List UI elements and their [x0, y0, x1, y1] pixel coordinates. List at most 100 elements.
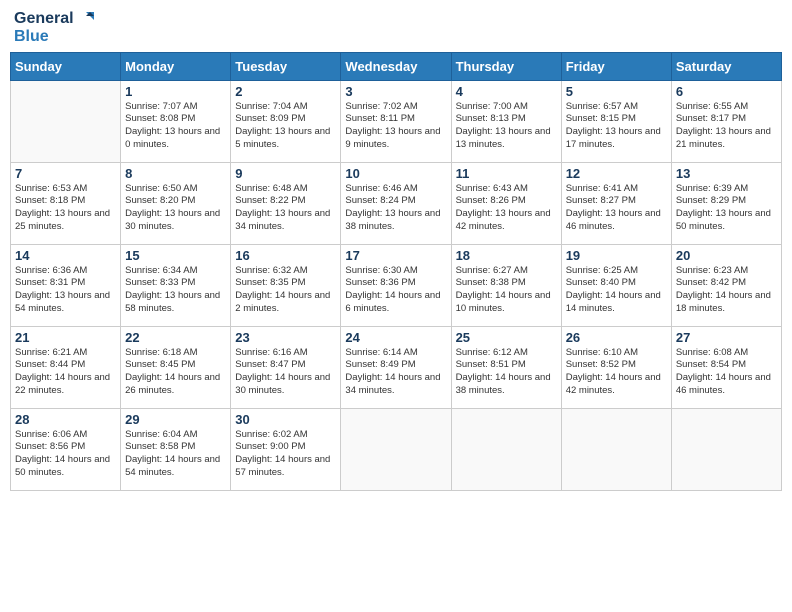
- day-info: Sunrise: 6:55 AMSunset: 8:17 PMDaylight:…: [676, 101, 777, 152]
- day-number: 23: [235, 330, 336, 345]
- page-header: General Blue: [10, 10, 782, 46]
- logo-general: General: [14, 10, 74, 28]
- day-number: 16: [235, 248, 336, 263]
- day-number: 25: [456, 330, 557, 345]
- weekday-header: Wednesday: [341, 52, 451, 80]
- calendar-day-cell: 25 Sunrise: 6:12 AMSunset: 8:51 PMDayligh…: [451, 326, 561, 408]
- day-number: 24: [345, 330, 446, 345]
- calendar-day-cell: 4 Sunrise: 7:00 AMSunset: 8:13 PMDaylight…: [451, 80, 561, 162]
- calendar-table: SundayMondayTuesdayWednesdayThursdayFrid…: [10, 52, 782, 491]
- calendar-day-cell: [561, 408, 671, 490]
- day-number: 8: [125, 166, 226, 181]
- calendar-day-cell: 26 Sunrise: 6:10 AMSunset: 8:52 PMDayligh…: [561, 326, 671, 408]
- day-info: Sunrise: 6:02 AMSunset: 9:00 PMDaylight:…: [235, 429, 336, 480]
- day-number: 6: [676, 84, 777, 99]
- calendar-day-cell: 23 Sunrise: 6:16 AMSunset: 8:47 PMDayligh…: [231, 326, 341, 408]
- calendar-day-cell: 11 Sunrise: 6:43 AMSunset: 8:26 PMDayligh…: [451, 162, 561, 244]
- day-number: 18: [456, 248, 557, 263]
- day-number: 3: [345, 84, 446, 99]
- day-info: Sunrise: 6:46 AMSunset: 8:24 PMDaylight:…: [345, 183, 446, 234]
- day-info: Sunrise: 7:00 AMSunset: 8:13 PMDaylight:…: [456, 101, 557, 152]
- calendar-day-cell: 9 Sunrise: 6:48 AMSunset: 8:22 PMDaylight…: [231, 162, 341, 244]
- logo-bird-icon: [76, 10, 94, 28]
- day-number: 10: [345, 166, 446, 181]
- calendar-day-cell: 2 Sunrise: 7:04 AMSunset: 8:09 PMDaylight…: [231, 80, 341, 162]
- day-info: Sunrise: 6:53 AMSunset: 8:18 PMDaylight:…: [15, 183, 116, 234]
- calendar-day-cell: 18 Sunrise: 6:27 AMSunset: 8:38 PMDayligh…: [451, 244, 561, 326]
- logo-svg: General Blue: [14, 10, 94, 46]
- logo: General Blue: [14, 10, 94, 46]
- calendar-week-row: 7 Sunrise: 6:53 AMSunset: 8:18 PMDaylight…: [11, 162, 782, 244]
- day-info: Sunrise: 6:30 AMSunset: 8:36 PMDaylight:…: [345, 265, 446, 316]
- day-info: Sunrise: 6:14 AMSunset: 8:49 PMDaylight:…: [345, 347, 446, 398]
- weekday-header: Thursday: [451, 52, 561, 80]
- day-info: Sunrise: 6:16 AMSunset: 8:47 PMDaylight:…: [235, 347, 336, 398]
- day-info: Sunrise: 7:04 AMSunset: 8:09 PMDaylight:…: [235, 101, 336, 152]
- calendar-day-cell: 15Sunrise: 6:34 AMSunset: 8:33 PMDayligh…: [121, 244, 231, 326]
- calendar-day-cell: 6 Sunrise: 6:55 AMSunset: 8:17 PMDaylight…: [671, 80, 781, 162]
- day-info: Sunrise: 6:04 AMSunset: 8:58 PMDaylight:…: [125, 429, 226, 480]
- day-number: 7: [15, 166, 116, 181]
- calendar-day-cell: 24 Sunrise: 6:14 AMSunset: 8:49 PMDayligh…: [341, 326, 451, 408]
- day-info: Sunrise: 6:41 AMSunset: 8:27 PMDaylight:…: [566, 183, 667, 234]
- day-info: Sunrise: 6:36 AMSunset: 8:31 PMDaylight:…: [15, 265, 116, 316]
- day-number: 5: [566, 84, 667, 99]
- day-info: Sunrise: 7:02 AMSunset: 8:11 PMDaylight:…: [345, 101, 446, 152]
- calendar-day-cell: 30 Sunrise: 6:02 AMSunset: 9:00 PMDayligh…: [231, 408, 341, 490]
- calendar-day-cell: [451, 408, 561, 490]
- day-info: Sunrise: 6:32 AMSunset: 8:35 PMDaylight:…: [235, 265, 336, 316]
- day-number: 30: [235, 412, 336, 427]
- calendar-day-cell: 19Sunrise: 6:25 AMSunset: 8:40 PMDayligh…: [561, 244, 671, 326]
- day-number: 21: [15, 330, 116, 345]
- day-info: Sunrise: 6:27 AMSunset: 8:38 PMDaylight:…: [456, 265, 557, 316]
- weekday-header: Saturday: [671, 52, 781, 80]
- calendar-day-cell: 3 Sunrise: 7:02 AMSunset: 8:11 PMDaylight…: [341, 80, 451, 162]
- calendar-day-cell: 8 Sunrise: 6:50 AMSunset: 8:20 PMDaylight…: [121, 162, 231, 244]
- calendar-day-cell: 20 Sunrise: 6:23 AMSunset: 8:42 PMDayligh…: [671, 244, 781, 326]
- calendar-day-cell: 12 Sunrise: 6:41 AMSunset: 8:27 PMDayligh…: [561, 162, 671, 244]
- day-number: 4: [456, 84, 557, 99]
- day-number: 26: [566, 330, 667, 345]
- day-number: 22: [125, 330, 226, 345]
- day-number: 17: [345, 248, 446, 263]
- day-info: Sunrise: 6:43 AMSunset: 8:26 PMDaylight:…: [456, 183, 557, 234]
- day-number: 27: [676, 330, 777, 345]
- calendar-day-cell: 1 Sunrise: 7:07 AMSunset: 8:08 PMDaylight…: [121, 80, 231, 162]
- day-number: 1: [125, 84, 226, 99]
- calendar-day-cell: [341, 408, 451, 490]
- weekday-header: Sunday: [11, 52, 121, 80]
- day-info: Sunrise: 6:57 AMSunset: 8:15 PMDaylight:…: [566, 101, 667, 152]
- calendar-day-cell: 27Sunrise: 6:08 AMSunset: 8:54 PMDayligh…: [671, 326, 781, 408]
- weekday-header: Friday: [561, 52, 671, 80]
- day-info: Sunrise: 6:12 AMSunset: 8:51 PMDaylight:…: [456, 347, 557, 398]
- calendar-day-cell: 5 Sunrise: 6:57 AMSunset: 8:15 PMDaylight…: [561, 80, 671, 162]
- calendar-week-row: 21Sunrise: 6:21 AMSunset: 8:44 PMDayligh…: [11, 326, 782, 408]
- day-number: 13: [676, 166, 777, 181]
- day-number: 11: [456, 166, 557, 181]
- calendar-day-cell: 13Sunrise: 6:39 AMSunset: 8:29 PMDayligh…: [671, 162, 781, 244]
- day-info: Sunrise: 6:10 AMSunset: 8:52 PMDaylight:…: [566, 347, 667, 398]
- day-number: 9: [235, 166, 336, 181]
- calendar-week-row: 28Sunrise: 6:06 AMSunset: 8:56 PMDayligh…: [11, 408, 782, 490]
- logo-blue: Blue: [14, 28, 49, 46]
- calendar-day-cell: 7 Sunrise: 6:53 AMSunset: 8:18 PMDaylight…: [11, 162, 121, 244]
- weekday-header: Tuesday: [231, 52, 341, 80]
- day-number: 19: [566, 248, 667, 263]
- calendar-week-row: 14 Sunrise: 6:36 AMSunset: 8:31 PMDayligh…: [11, 244, 782, 326]
- calendar-header-row: SundayMondayTuesdayWednesdayThursdayFrid…: [11, 52, 782, 80]
- day-info: Sunrise: 7:07 AMSunset: 8:08 PMDaylight:…: [125, 101, 226, 152]
- day-number: 12: [566, 166, 667, 181]
- day-number: 20: [676, 248, 777, 263]
- day-number: 14: [15, 248, 116, 263]
- day-info: Sunrise: 6:06 AMSunset: 8:56 PMDaylight:…: [15, 429, 116, 480]
- day-info: Sunrise: 6:18 AMSunset: 8:45 PMDaylight:…: [125, 347, 226, 398]
- calendar-week-row: 1 Sunrise: 7:07 AMSunset: 8:08 PMDaylight…: [11, 80, 782, 162]
- day-info: Sunrise: 6:48 AMSunset: 8:22 PMDaylight:…: [235, 183, 336, 234]
- day-number: 29: [125, 412, 226, 427]
- day-info: Sunrise: 6:23 AMSunset: 8:42 PMDaylight:…: [676, 265, 777, 316]
- calendar-day-cell: 22 Sunrise: 6:18 AMSunset: 8:45 PMDayligh…: [121, 326, 231, 408]
- calendar-day-cell: 28Sunrise: 6:06 AMSunset: 8:56 PMDayligh…: [11, 408, 121, 490]
- calendar-day-cell: 21Sunrise: 6:21 AMSunset: 8:44 PMDayligh…: [11, 326, 121, 408]
- day-number: 2: [235, 84, 336, 99]
- day-info: Sunrise: 6:50 AMSunset: 8:20 PMDaylight:…: [125, 183, 226, 234]
